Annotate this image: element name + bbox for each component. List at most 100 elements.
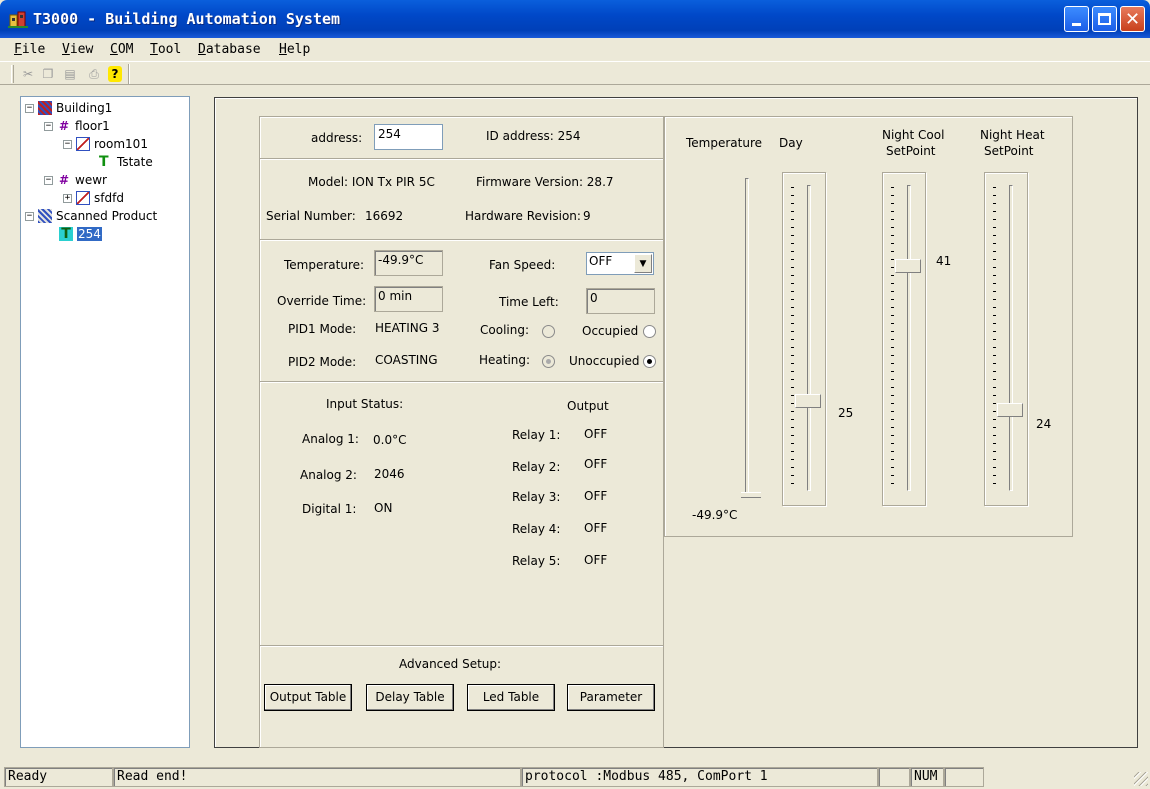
night-cool-slider-thumb[interactable]	[895, 259, 921, 273]
day-slider[interactable]	[782, 172, 826, 506]
firmware-text: Firmware Version: 28.7	[476, 175, 614, 189]
status-pane-empty	[944, 767, 984, 787]
advanced-setup-title: Advanced Setup:	[399, 657, 502, 671]
title-bar[interactable]: T3000 - Building Automation System ✕	[0, 0, 1150, 38]
tree-node-room101[interactable]: − room101	[63, 136, 148, 152]
collapse-icon[interactable]: −	[25, 103, 34, 113]
occupied-radio[interactable]	[643, 325, 656, 338]
analog1-value: 0.0°C	[373, 433, 407, 447]
tree-node-building1[interactable]: − Building1	[25, 100, 112, 116]
menu-view[interactable]: View	[62, 42, 93, 57]
help-icon[interactable]: ?	[108, 66, 122, 82]
tree-node-scanned-product[interactable]: − Scanned Product	[25, 208, 157, 224]
cut-icon[interactable]: ✂	[20, 66, 36, 82]
copy-icon[interactable]: ❐	[40, 66, 56, 82]
unoccupied-radio[interactable]	[643, 355, 656, 368]
unoccupied-label: Unoccupied	[569, 354, 640, 368]
resize-grip-icon[interactable]	[1134, 772, 1148, 786]
close-button[interactable]: ✕	[1120, 6, 1145, 32]
address-input[interactable]: 254	[374, 124, 443, 150]
divider	[260, 381, 663, 383]
digital1-value: ON	[374, 501, 393, 515]
day-slider-label: Day	[779, 136, 803, 150]
divider	[260, 239, 663, 241]
pid1-value: HEATING 3	[375, 321, 440, 335]
window-title: T3000 - Building Automation System	[33, 10, 341, 28]
pid2-label: PID2 Mode:	[288, 355, 357, 369]
menu-tool[interactable]: Tool	[150, 42, 181, 57]
paste-icon[interactable]: ▤	[62, 66, 78, 82]
temperature-slider-label: Temperature	[686, 136, 763, 150]
radio-selected-dot	[647, 359, 652, 364]
toolbar-separator	[128, 64, 130, 84]
delay-table-button[interactable]: Delay Table	[366, 684, 454, 711]
id-address-text: ID address: 254	[486, 129, 581, 143]
relay5-label: Relay 5:	[512, 554, 561, 568]
cooling-radio[interactable]	[542, 325, 555, 338]
night-heat-label-2: SetPoint	[984, 144, 1034, 158]
collapse-icon[interactable]: −	[44, 175, 53, 185]
slider-ticks	[791, 187, 794, 489]
building-icon	[38, 209, 52, 223]
night-heat-label: Night Heat	[980, 128, 1045, 142]
night-cool-slider[interactable]	[882, 172, 926, 506]
time-left-field: 0	[586, 288, 655, 314]
night-cool-slider-track	[907, 185, 911, 491]
chevron-down-icon[interactable]: ▼	[634, 254, 652, 273]
heating-label: Heating:	[479, 353, 531, 367]
radio-selected-dot	[546, 359, 551, 364]
temperature-field: -49.9°C	[374, 250, 443, 276]
night-heat-slider[interactable]	[984, 172, 1028, 506]
maximize-icon	[1098, 13, 1111, 25]
collapse-icon[interactable]: −	[63, 139, 72, 149]
tree-node-wewr[interactable]: − # wewr	[44, 172, 107, 188]
collapse-icon[interactable]: −	[25, 211, 34, 221]
menu-com[interactable]: COM	[110, 42, 133, 57]
analog2-value: 2046	[374, 467, 405, 481]
slider-ticks	[891, 187, 894, 489]
pid1-label: PID1 Mode:	[288, 322, 357, 336]
menu-database[interactable]: Database	[198, 42, 261, 57]
divider	[260, 158, 663, 160]
toolbar-grip[interactable]	[11, 65, 14, 83]
relay4-label: Relay 4:	[512, 522, 561, 536]
minimize-button[interactable]	[1064, 6, 1089, 32]
status-ready: Ready	[4, 767, 113, 787]
day-slider-track	[807, 185, 811, 491]
expand-icon[interactable]: +	[63, 193, 72, 203]
collapse-icon[interactable]: −	[44, 121, 53, 131]
parameter-button[interactable]: Parameter	[567, 684, 655, 711]
print-icon[interactable]: ⎙	[86, 66, 102, 82]
night-heat-slider-thumb[interactable]	[997, 403, 1023, 417]
menu-help[interactable]: Help	[279, 42, 310, 57]
menu-file[interactable]: File	[14, 42, 45, 57]
fan-speed-select[interactable]: OFF ▼	[586, 252, 654, 275]
relay1-value: OFF	[584, 427, 608, 441]
output-table-button[interactable]: Output Table	[264, 684, 352, 711]
tree-node-sfdfd[interactable]: + sfdfd	[63, 190, 124, 206]
tree-node-floor1[interactable]: − # floor1	[44, 118, 110, 134]
tree-view[interactable]: − Building1 − # floor1 − room101 T Tstat…	[20, 96, 190, 748]
day-slider-thumb[interactable]	[795, 394, 821, 408]
maximize-button[interactable]	[1092, 6, 1117, 32]
relay2-label: Relay 2:	[512, 460, 561, 474]
led-table-button[interactable]: Led Table	[467, 684, 555, 711]
address-label: address:	[311, 131, 363, 145]
tree-node-tstate[interactable]: T Tstate	[99, 154, 153, 170]
room-icon	[76, 191, 90, 205]
status-message: Read end!	[113, 767, 521, 787]
serial-value: 16692	[365, 209, 404, 223]
time-left-label: Time Left:	[499, 295, 559, 309]
status-bar: Ready Read end! protocol :Modbus 485, Co…	[0, 764, 1150, 789]
tstat-icon: T	[99, 154, 109, 170]
fan-speed-label: Fan Speed:	[489, 258, 556, 272]
night-heat-slider-value: 24	[1036, 417, 1052, 431]
tree-node-device-254[interactable]: T 254	[59, 226, 102, 242]
status-num: NUM	[910, 767, 944, 787]
slider-ticks	[993, 187, 996, 489]
cooling-label: Cooling:	[480, 323, 529, 337]
relay5-value: OFF	[584, 553, 608, 567]
night-cool-label-2: SetPoint	[886, 144, 936, 158]
heating-radio[interactable]	[542, 355, 555, 368]
analog1-label: Analog 1:	[302, 432, 359, 446]
